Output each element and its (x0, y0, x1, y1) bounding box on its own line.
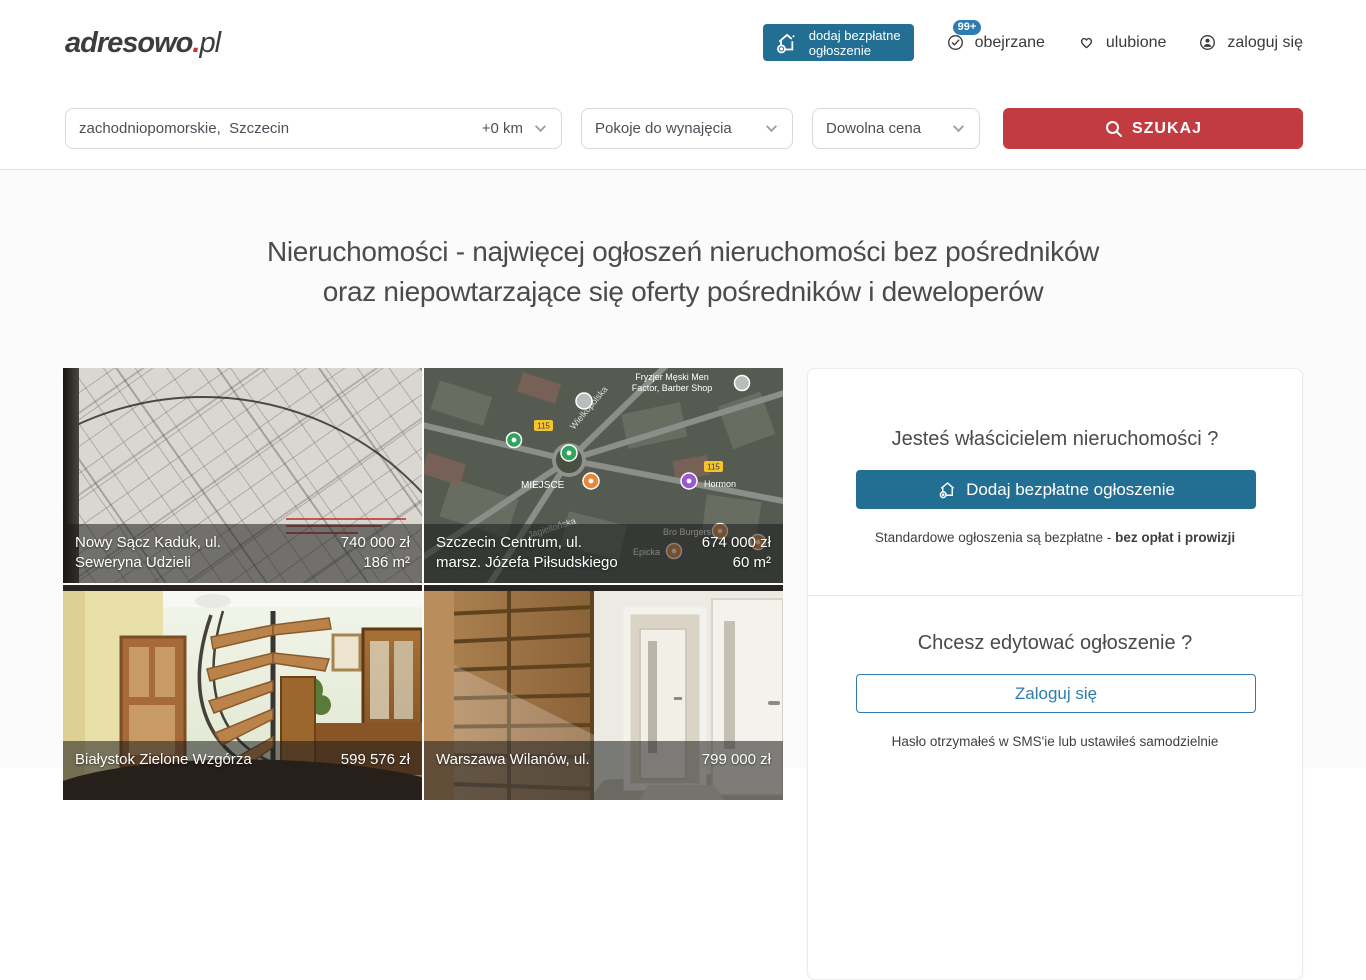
listing-area: 186 m² (341, 553, 410, 573)
edit-section: Chcesz edytować ogłoszenie ? Zaloguj się… (808, 595, 1302, 779)
search-bar: +0 km Pokoje do wynajęcia Dowolna cena S… (0, 88, 1366, 170)
login-button[interactable]: Zaloguj się (856, 674, 1256, 713)
owner-section: Jesteś właścicielem nieruchomości ? Doda… (808, 369, 1302, 595)
house-plus-icon (774, 30, 800, 56)
location-input[interactable] (79, 120, 482, 137)
price-value: Dowolna cena (826, 120, 921, 137)
listing-address: Seweryna Udzieli (75, 553, 221, 573)
nav-favorites-label: ulubione (1106, 34, 1167, 52)
svg-text:Hormon: Hormon (704, 479, 736, 489)
search-button[interactable]: SZUKAJ (1003, 108, 1303, 149)
price-select[interactable]: Dowolna cena (812, 108, 980, 149)
add-listing-button[interactable]: dodaj bezpłatne ogłoszenie (763, 24, 914, 61)
viewed-count-badge: 99+ (953, 20, 982, 35)
listing-address: Warszawa Wilanów, ul. (436, 750, 590, 770)
header: adresowo.pl dodaj bezpłatne ogłoszenie (0, 0, 1366, 88)
add-listing-label-line2: ogłoszenie (809, 43, 871, 58)
nav-login-label: zaloguj się (1227, 34, 1303, 52)
svg-text:MIEJSCE: MIEJSCE (521, 480, 565, 491)
listing-overlay: Warszawa Wilanów, ul. 799 000 zł (424, 741, 783, 800)
listing-overlay: Białystok Zielone Wzgórza 599 576 zł (63, 741, 422, 800)
owner-panel: Jesteś właścicielem nieruchomości ? Doda… (807, 368, 1303, 980)
add-free-listing-label: Dodaj bezpłatne ogłoszenie (966, 480, 1175, 500)
listing-area: 60 m² (702, 553, 771, 573)
edit-section-title: Chcesz edytować ogłoszenie ? (856, 630, 1254, 656)
listing-address: Białystok Zielone Wzgórza (75, 750, 252, 770)
listing-price: 740 000 zł (341, 533, 410, 553)
nav-viewed-label: obejrzane (975, 34, 1045, 52)
chevron-down-icon (951, 121, 966, 136)
heart-icon (1075, 31, 1098, 54)
user-circle-icon (1196, 31, 1219, 54)
listings-grid: Nowy Sącz Kaduk, ul. Seweryna Udzieli 74… (63, 368, 783, 800)
listing-overlay: Nowy Sącz Kaduk, ul. Seweryna Udzieli 74… (63, 524, 422, 583)
page-title-line1: Nieruchomości - najwięcej ogłoszeń nieru… (0, 232, 1366, 272)
page-title: Nieruchomości - najwięcej ogłoszeń nieru… (0, 232, 1366, 312)
listing-address: Nowy Sącz Kaduk, ul. (75, 533, 221, 553)
location-field[interactable]: +0 km (65, 108, 562, 149)
check-circle-icon: 99+ (944, 31, 967, 54)
radius-value[interactable]: +0 km (482, 120, 523, 137)
listing-address: Szczecin Centrum, ul. (436, 533, 618, 553)
nav-login[interactable]: zaloguj się (1196, 31, 1303, 54)
listing-card[interactable]: Nowy Sącz Kaduk, ul. Seweryna Udzieli 74… (63, 368, 422, 583)
listing-price: 599 576 zł (341, 750, 410, 770)
house-plus-icon (937, 479, 958, 500)
listing-card[interactable]: Wielkopolska Jagiellońska Fryzjer Męski … (424, 368, 783, 583)
listing-address: marsz. Józefa Piłsudskiego (436, 553, 618, 573)
magnifier-icon (1104, 119, 1124, 139)
chevron-down-icon (764, 121, 779, 136)
chevron-down-icon[interactable] (533, 121, 548, 136)
owner-section-title: Jesteś właścicielem nieruchomości ? (856, 426, 1254, 452)
nav-favorites[interactable]: ulubione (1075, 31, 1167, 54)
page-title-line2: oraz niepowtarzające się oferty pośredni… (0, 272, 1366, 312)
svg-text:Factor, Barber Shop: Factor, Barber Shop (632, 383, 713, 393)
nav-viewed[interactable]: 99+ obejrzane (944, 31, 1045, 54)
listing-price: 799 000 zł (702, 750, 771, 770)
svg-text:Fryzjer Męski Men: Fryzjer Męski Men (635, 372, 709, 382)
main-content: Nieruchomości - najwięcej ogłoszeń nieru… (0, 170, 1366, 768)
edit-section-note: Hasło otrzymałeś w SMS'ie lub ustawiłeś … (856, 734, 1254, 749)
listing-price: 674 000 zł (702, 533, 771, 553)
logo[interactable]: adresowo.pl (65, 27, 220, 60)
owner-section-note: Standardowe ogłoszenia są bezpłatne - be… (856, 530, 1254, 545)
svg-text:115: 115 (707, 463, 720, 472)
property-type-select[interactable]: Pokoje do wynajęcia (581, 108, 793, 149)
header-nav: dodaj bezpłatne ogłoszenie 99+ obejrzane… (763, 24, 1303, 61)
property-type-value: Pokoje do wynajęcia (595, 120, 732, 137)
login-button-label: Zaloguj się (1015, 684, 1097, 704)
search-button-label: SZUKAJ (1132, 120, 1202, 138)
add-listing-label-line1: dodaj bezpłatne (809, 28, 901, 43)
add-free-listing-button[interactable]: Dodaj bezpłatne ogłoszenie (856, 470, 1256, 509)
listing-overlay: Szczecin Centrum, ul. marsz. Józefa Piłs… (424, 524, 783, 583)
svg-text:115: 115 (537, 422, 550, 431)
